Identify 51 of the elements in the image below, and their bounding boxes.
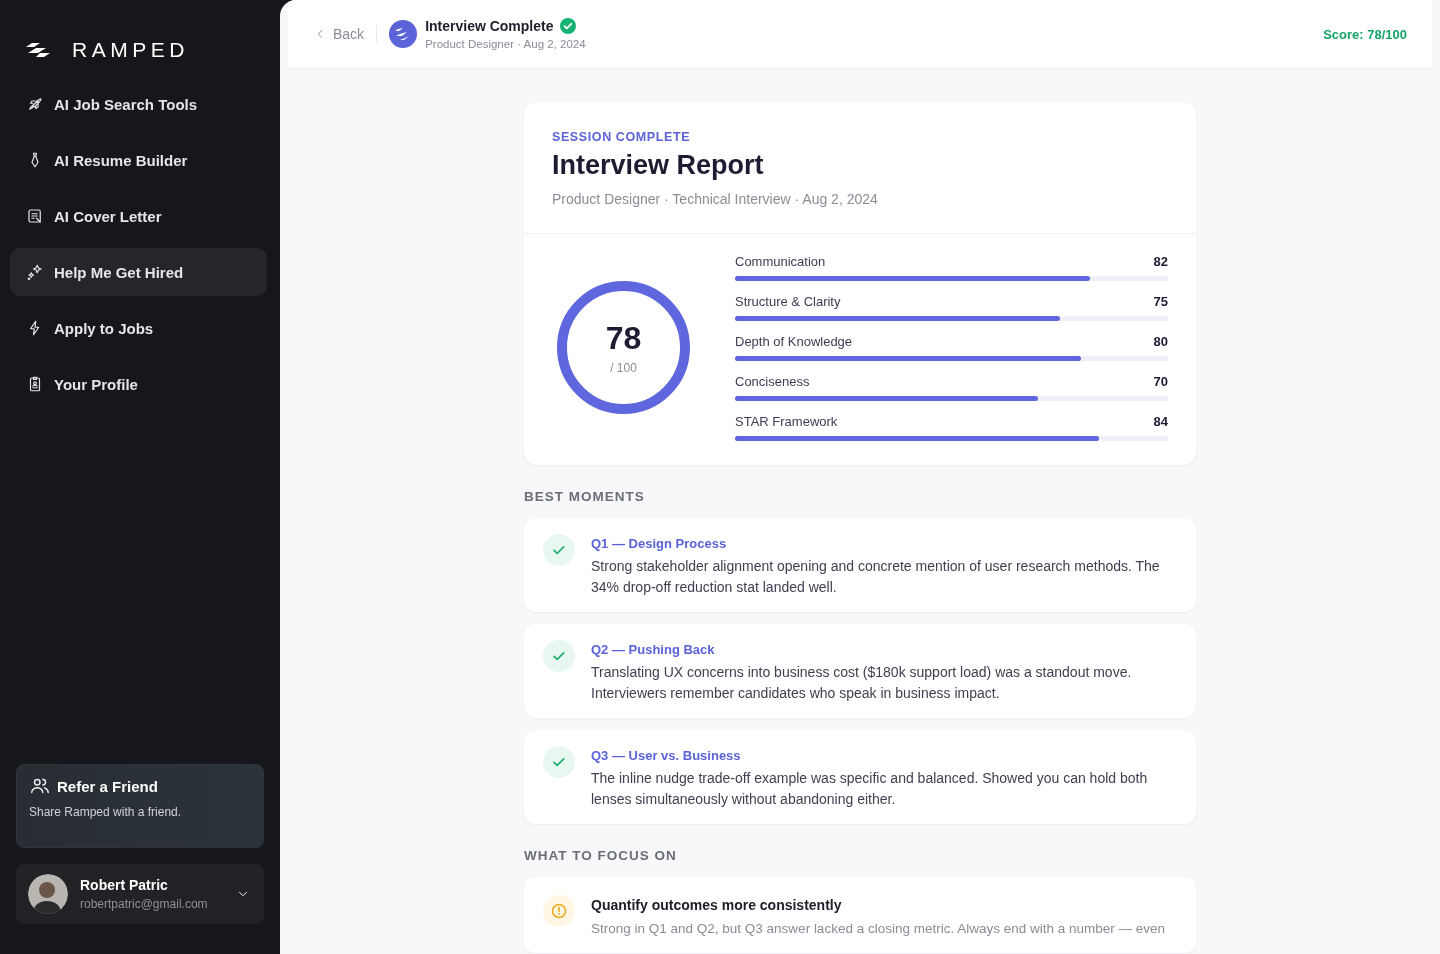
avatar (28, 874, 68, 914)
feedback-text: Strong stakeholder alignment opening and concrete mention of user research methods. The 34% drop-off reduction stat landed well. (591, 557, 1161, 597)
metric-label: Communication (735, 254, 826, 269)
eyebrow-label: SESSION COMPLETE (552, 130, 692, 144)
metric-value: 75 (1153, 294, 1168, 309)
nav-item[interactable]: AI Resume Builder (10, 136, 267, 184)
warning-icon (543, 895, 575, 927)
nav-item[interactable]: Help Me Get Hired (10, 248, 267, 296)
metric-label: Conciseness (735, 374, 810, 389)
feedback-text: Strong in Q1 and Q2, but Q3 answer lacked a closing metric. Always end with a number — even (591, 920, 1166, 938)
nav-item[interactable]: Your Profile (10, 360, 267, 408)
score-max: / 100 (610, 361, 637, 375)
feedback-text: Translating UX concerns into business cost ($180k support load) was a standout move. Interviewers remember candidates who speak in business impact. (591, 663, 1133, 703)
metric-value: 70 (1153, 374, 1168, 389)
logo-icon (389, 20, 418, 48)
referral-card[interactable]: Refer a Friend Share Ramped with a friend. (16, 764, 264, 848)
referral-title: Refer a Friend (57, 777, 158, 795)
nav-item[interactable]: AI Job Search Tools (10, 80, 267, 128)
feedback-title: Q2 — Pushing Back (591, 642, 716, 657)
section-heading: WHAT TO FOCUS ON (524, 848, 678, 863)
total-score: 78 (605, 320, 642, 357)
metric-label: Depth of Knowledge (735, 334, 853, 349)
document-icon (26, 207, 44, 225)
check-icon (543, 640, 575, 672)
feedback-title: Q3 — User vs. Business (591, 748, 742, 763)
rocket-icon (26, 95, 44, 113)
report-meta: Product Designer · Technical Interview · Aug 2, 2024 (552, 191, 879, 207)
feedback-title: Q1 — Design Process (591, 536, 728, 551)
feedback-text: The inline nudge trade-off example was specific and balanced. Showed you can hold both lenses simultaneously without abandoning either. (591, 769, 1149, 809)
user-email: robertpatric@gmail.com (80, 897, 209, 911)
nav-item[interactable]: Apply to Jobs (10, 304, 267, 352)
sparkles-icon (26, 263, 44, 281)
metric-value: 80 (1153, 334, 1168, 349)
user-name: Robert Patric (80, 877, 169, 893)
page-subtitle: Product Designer · Aug 2, 2024 (425, 38, 586, 50)
check-icon (543, 534, 575, 566)
feedback-title: Quantify outcomes more consistently (591, 897, 843, 913)
metric-value: 82 (1153, 254, 1168, 269)
metric-label: Structure & Clarity (735, 294, 841, 309)
page-title: Interview Complete (425, 18, 554, 34)
check-icon (543, 746, 575, 778)
user-card[interactable]: Robert Patric robertpatric@gmail.com (16, 864, 264, 924)
brand-name: RAMPED (72, 38, 189, 62)
section-heading: BEST MOMENTS (524, 489, 646, 504)
check-circle-icon (559, 18, 576, 34)
score-text: Score: 78/100 (1323, 26, 1407, 42)
metric-label: STAR Framework (735, 414, 838, 429)
referral-subtitle: Share Ramped with a friend. (29, 805, 183, 819)
nav-item[interactable]: AI Cover Letter (10, 192, 267, 240)
report-title: Interview Report (552, 150, 765, 181)
metric-value: 84 (1153, 414, 1168, 429)
